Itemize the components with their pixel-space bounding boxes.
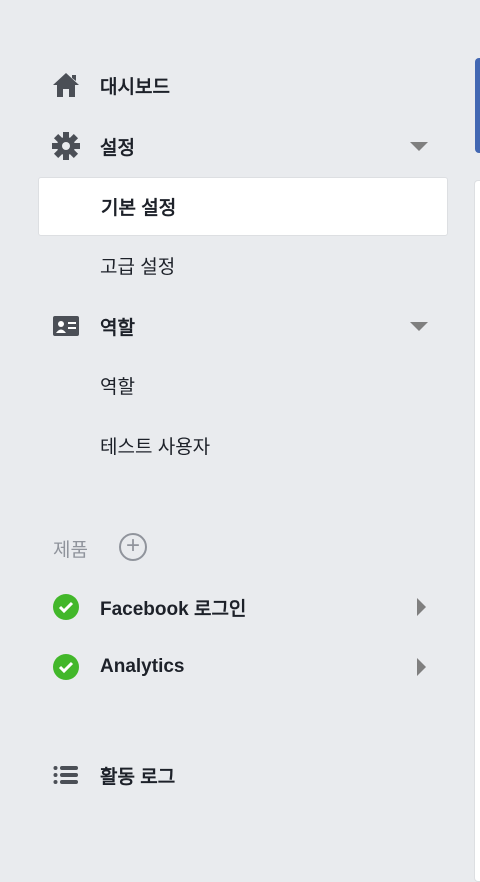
sidebar-item-roles[interactable]: 역할 bbox=[38, 306, 448, 346]
active-tab-indicator bbox=[475, 58, 480, 153]
sidebar-item-product[interactable]: Facebook 로그인 bbox=[38, 587, 448, 627]
chevron-down-icon[interactable] bbox=[410, 141, 428, 151]
sidebar-item-activity-log[interactable]: 활동 로그 bbox=[38, 755, 448, 795]
sidebar-item-roles-sub[interactable]: 역할 bbox=[38, 365, 448, 405]
products-header: 제품 bbox=[53, 540, 88, 561]
sidebar-item-basic-settings[interactable]: 기본 설정 bbox=[38, 177, 448, 236]
chevron-right-icon[interactable] bbox=[417, 658, 426, 676]
chevron-down-icon[interactable] bbox=[410, 321, 428, 331]
gear-icon bbox=[52, 132, 80, 160]
sidebar-item-product[interactable]: Analytics bbox=[38, 647, 448, 687]
list-icon bbox=[52, 761, 80, 789]
id-card-icon bbox=[52, 312, 80, 340]
add-product-button[interactable]: + bbox=[119, 533, 147, 561]
sidebar-item-advanced-settings[interactable]: 고급 설정 bbox=[38, 245, 448, 285]
sidebar-item-dashboard[interactable]: 대시보드 bbox=[38, 65, 448, 105]
sidebar-item-settings[interactable]: 설정 bbox=[38, 126, 448, 166]
sidebar-item-testers[interactable]: 테스트 사용자 bbox=[38, 425, 448, 465]
content-panel bbox=[474, 180, 480, 882]
check-circle-icon bbox=[52, 593, 80, 621]
chevron-right-icon[interactable] bbox=[417, 598, 426, 616]
home-icon bbox=[52, 71, 80, 99]
check-circle-icon bbox=[52, 653, 80, 681]
